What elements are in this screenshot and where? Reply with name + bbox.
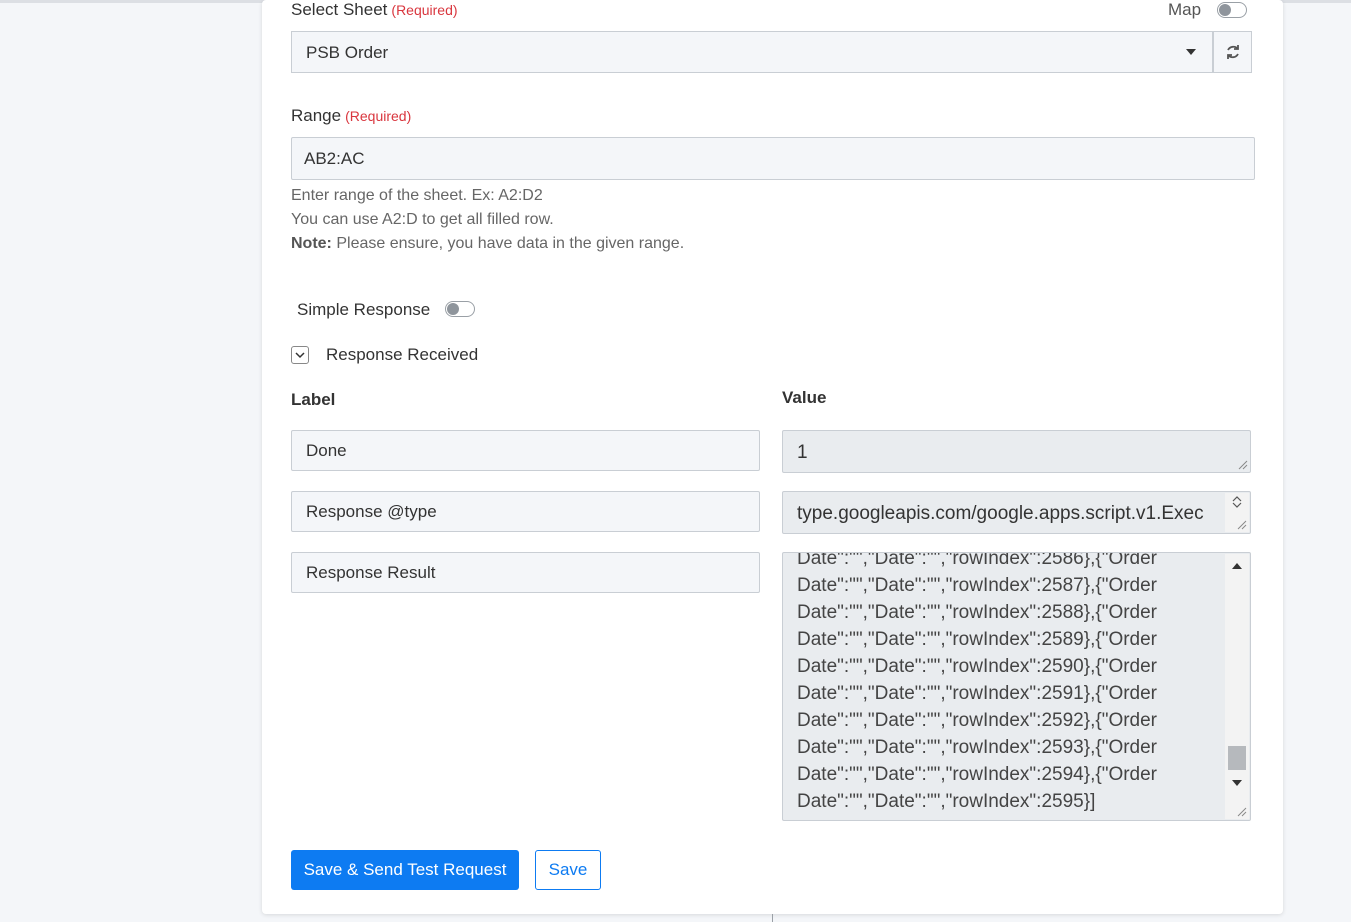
resize-handle-icon[interactable] (1238, 460, 1248, 470)
response-result-text: Date":"","Date":"","rowIndex":2586},{"Or… (797, 552, 1197, 815)
vertical-scrollbar[interactable] (1225, 554, 1249, 819)
chevron-down-icon (295, 352, 305, 359)
map-toggle[interactable] (1217, 2, 1247, 18)
select-sheet-dropdown[interactable]: PSB Order (291, 31, 1213, 73)
result-line: Date":"","Date":"","rowIndex":2593},{"Or… (797, 737, 1158, 758)
map-label: Map (1168, 0, 1202, 19)
resize-handle-icon[interactable] (1237, 807, 1247, 817)
range-label: Range (Required) (291, 106, 411, 126)
value-text: type.googleapis.com/google.apps.script.v… (797, 503, 1204, 524)
refresh-icon (1226, 45, 1239, 59)
value-field-response-type[interactable]: type.googleapis.com/google.apps.script.v… (782, 491, 1251, 534)
simple-response-toggle[interactable] (445, 301, 475, 317)
result-line: Date":"","Date":"","rowIndex":2594},{"Or… (797, 764, 1158, 785)
result-line: Date":"","Date":"","rowIndex":2591},{"Or… (797, 683, 1158, 704)
value-text: 1 (797, 442, 808, 463)
divider-line (772, 914, 773, 922)
range-label-text: Range (291, 106, 342, 125)
value-field-response-result[interactable]: Date":"","Date":"","rowIndex":2586},{"Or… (782, 552, 1251, 821)
range-help-2: You can use A2:D to get all filled row. (291, 211, 554, 228)
label-field-response-type[interactable]: Response @type (291, 491, 760, 532)
label-column-header: Label (291, 390, 336, 409)
result-line: Date":"","Date":"","rowIndex":2588},{"Or… (797, 602, 1158, 623)
note-text: Please ensure, you have data in the give… (331, 235, 685, 252)
note-label: Note: (291, 235, 332, 252)
refresh-button[interactable] (1213, 31, 1252, 73)
label-field-done[interactable]: Done (291, 430, 760, 471)
required-badge: (Required) (391, 2, 458, 18)
chevron-down-icon (1186, 49, 1196, 55)
range-note: Note: Please ensure, you have data in th… (291, 235, 684, 253)
spin-buttons[interactable] (1225, 493, 1249, 532)
select-sheet-label: Select Sheet (Required) (291, 0, 458, 20)
scroll-down-icon[interactable] (1231, 779, 1243, 787)
save-and-send-test-request-button[interactable]: Save & Send Test Request (291, 850, 519, 890)
select-sheet-label-text: Select Sheet (291, 0, 388, 19)
value-field-done[interactable]: 1 (782, 430, 1251, 473)
response-received-collapse-toggle[interactable] (291, 346, 309, 364)
scroll-up-icon[interactable] (1231, 562, 1243, 570)
required-badge: (Required) (345, 108, 412, 124)
value-column-header: Value (782, 388, 827, 407)
toggle-knob (1219, 4, 1231, 16)
range-help-1: Enter range of the sheet. Ex: A2:D2 (291, 187, 543, 204)
response-received-label: Response Received (326, 345, 479, 364)
label-field-response-result[interactable]: Response Result (291, 552, 760, 593)
result-line: Date":"","Date":"","rowIndex":2586},{"Or… (797, 552, 1158, 569)
select-sheet-value: PSB Order (306, 43, 389, 62)
range-input[interactable]: AB2:AC (291, 137, 1255, 180)
result-line: Date":"","Date":"","rowIndex":2592},{"Or… (797, 710, 1158, 731)
result-line: Date":"","Date":"","rowIndex":2587},{"Or… (797, 575, 1158, 596)
result-line: Date":"","Date":"","rowIndex":2590},{"Or… (797, 656, 1158, 677)
simple-response-label: Simple Response (297, 300, 431, 319)
result-line: Date":"","Date":"","rowIndex":2595}] (797, 791, 1096, 812)
resize-handle-icon[interactable] (1237, 520, 1247, 530)
spin-arrows-icon (1232, 496, 1242, 508)
save-button[interactable]: Save (535, 850, 601, 890)
scrollbar-thumb[interactable] (1228, 746, 1246, 770)
toggle-knob (447, 303, 459, 315)
result-line: Date":"","Date":"","rowIndex":2589},{"Or… (797, 629, 1158, 650)
